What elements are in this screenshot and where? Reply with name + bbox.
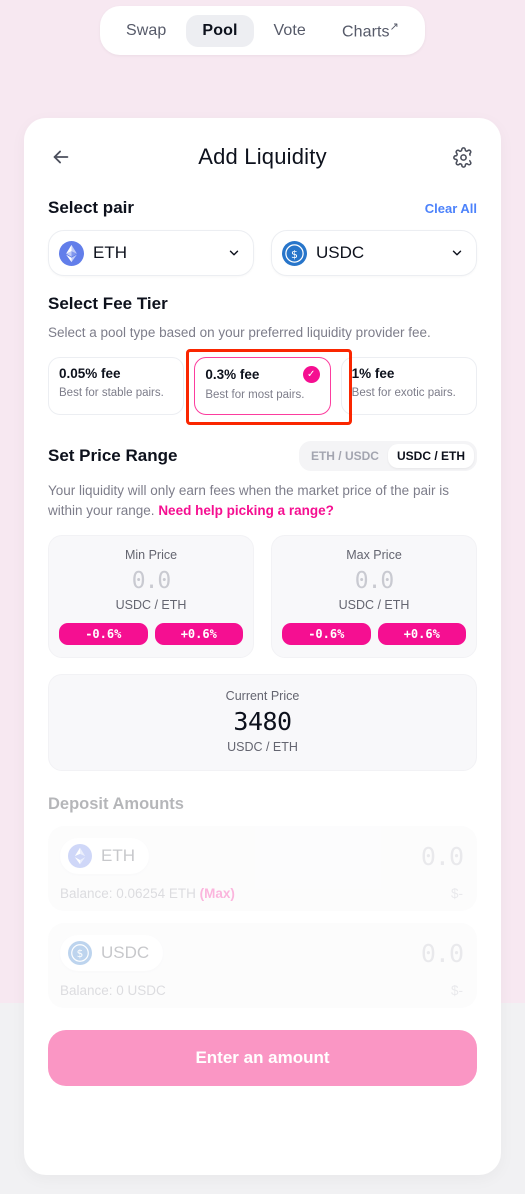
min-price-increment-button[interactable]: +0.6%	[154, 623, 243, 646]
price-range-title: Set Price Range	[48, 445, 178, 465]
max-price-input[interactable]: 0.0	[282, 568, 466, 594]
nav-item-charts[interactable]: Charts↗	[326, 13, 415, 48]
back-button[interactable]	[48, 144, 74, 170]
check-circle-icon: ✓	[302, 365, 320, 383]
fee-option-2-top: 1% fee	[352, 366, 466, 381]
fee-option-0-top: 0.05% fee	[59, 366, 173, 381]
deposit-usd-value-usdc: $-	[450, 983, 463, 999]
max-price-buttons: -0.6% +0.6%	[282, 623, 466, 646]
top-navigation-wrapper: Swap Pool Vote Charts↗	[0, 6, 525, 56]
select-pair-title: Select pair	[48, 198, 134, 217]
deposit-token-chip-usdc[interactable]: $ USDC	[60, 935, 164, 972]
fee-option-0[interactable]: 0.05% fee Best for stable pairs.	[48, 356, 185, 415]
fee-option-1[interactable]: 0.3% fee ✓ Best for most pairs.	[194, 356, 331, 415]
deposit-row-usdc: $ USDC 0.0 Balance: 0 USDC $-	[48, 923, 477, 1009]
svg-text:$: $	[291, 247, 298, 260]
deposit-balance-eth: Balance: 0.06254 ETH (Max)	[60, 886, 235, 901]
token-select-eth[interactable]: ETH	[48, 230, 254, 276]
external-link-icon: ↗	[389, 21, 399, 33]
deposit-amounts-title: Deposit Amounts	[48, 795, 184, 814]
price-range-header: Set Price Range ETH / USDC USDC / ETH	[38, 440, 487, 471]
current-price-card: Current Price 3480 USDC / ETH	[48, 674, 477, 772]
nav-item-pool[interactable]: Pool	[186, 14, 254, 47]
deposit-token-symbol-eth: ETH	[101, 846, 135, 866]
fee-option-1-top: 0.3% fee ✓	[205, 365, 320, 383]
toggle-option-usdc-eth[interactable]: USDC / ETH	[387, 443, 474, 468]
token-pair-row: ETH $ USDC	[38, 230, 487, 276]
deposit-row-usdc-top: $ USDC 0.0	[60, 935, 464, 972]
max-price-label: Max Price	[346, 548, 402, 563]
min-price-pair: USDC / ETH	[115, 598, 187, 613]
add-liquidity-card: Add Liquidity Select pair Clear All ETH …	[24, 118, 501, 1175]
usdc-icon: $	[68, 941, 92, 966]
min-price-decrement-button[interactable]: -0.6%	[59, 623, 148, 646]
max-link-eth[interactable]: (Max)	[200, 886, 235, 901]
nav-item-swap[interactable]: Swap	[110, 15, 182, 47]
gear-icon	[453, 146, 473, 168]
fee-option-1-name: 0.3% fee	[205, 366, 260, 382]
fee-option-2-name: 1% fee	[351, 365, 395, 381]
ethereum-icon	[68, 844, 92, 869]
deposit-row-eth-top: ETH 0.0	[60, 838, 464, 875]
svg-text:$: $	[77, 948, 84, 960]
chevron-down-icon	[452, 250, 462, 256]
nav-item-vote[interactable]: Vote	[258, 15, 322, 47]
fee-tier-options: 0.05% fee Best for stable pairs. 0.3% fe…	[38, 348, 487, 425]
nav-label-charts: Charts	[341, 23, 390, 41]
price-range-note: Your liquidity will only earn fees when …	[38, 481, 487, 522]
need-help-link[interactable]: Need help picking a range?	[158, 503, 334, 518]
price-pair-toggle: ETH / USDC USDC / ETH	[298, 440, 477, 471]
current-price-value: 3480	[233, 707, 292, 737]
deposit-row-eth: ETH 0.0 Balance: 0.06254 ETH (Max) $-	[48, 826, 477, 912]
deposit-amounts-section: Deposit Amounts ETH 0.0 Balance: 0.06254…	[38, 795, 487, 1009]
toggle-option-eth-usdc[interactable]: ETH / USDC	[302, 444, 388, 468]
max-price-decrement-button[interactable]: -0.6%	[282, 623, 371, 646]
chevron-down-icon	[229, 250, 239, 256]
deposit-token-symbol-usdc: USDC	[101, 943, 150, 963]
fee-option-0-name: 0.05% fee	[59, 365, 121, 381]
card-header: Add Liquidity	[38, 134, 487, 180]
clear-all-link[interactable]: Clear All	[425, 201, 477, 216]
min-price-input[interactable]: 0.0	[59, 568, 243, 594]
fee-option-0-desc: Best for stable pairs.	[59, 386, 164, 399]
nav-label-swap: Swap	[125, 21, 167, 39]
min-price-card: Min Price 0.0 USDC / ETH -0.6% +0.6%	[48, 535, 254, 659]
max-price-card: Max Price 0.0 USDC / ETH -0.6% +0.6%	[271, 535, 477, 659]
max-price-pair: USDC / ETH	[338, 598, 410, 613]
deposit-usd-value-eth: $-	[450, 886, 463, 902]
deposit-amount-input-eth[interactable]: 0.0	[421, 842, 464, 871]
fee-tier-header: Select Fee Tier	[38, 294, 487, 314]
current-price-label: Current Price	[225, 689, 300, 704]
deposit-row-usdc-bottom: Balance: 0 USDC $-	[60, 983, 463, 998]
fee-option-2-desc: Best for exotic pairs.	[351, 386, 456, 399]
min-price-buttons: -0.6% +0.6%	[59, 623, 243, 646]
token-select-usdc[interactable]: $ USDC	[271, 230, 477, 276]
submit-button[interactable]: Enter an amount	[48, 1030, 477, 1087]
ethereum-icon	[59, 240, 84, 266]
fee-tier-title: Select Fee Tier	[48, 294, 168, 313]
app-page: Swap Pool Vote Charts↗ Add Liquidity Sel…	[0, 0, 525, 1194]
max-price-increment-button[interactable]: +0.6%	[377, 623, 466, 646]
top-navigation: Swap Pool Vote Charts↗	[99, 6, 425, 56]
fee-option-2[interactable]: 1% fee Best for exotic pairs.	[340, 356, 477, 415]
nav-label-pool: Pool	[202, 21, 238, 39]
arrow-left-icon	[53, 150, 69, 164]
deposit-token-chip-eth[interactable]: ETH	[60, 838, 149, 875]
token-symbol-eth: ETH	[93, 243, 127, 262]
settings-button[interactable]	[451, 144, 477, 170]
token-symbol-usdc: USDC	[316, 243, 365, 262]
deposit-row-eth-bottom: Balance: 0.06254 ETH (Max) $-	[60, 886, 463, 901]
page-title: Add Liquidity	[198, 144, 327, 169]
select-pair-header: Select pair Clear All	[38, 198, 487, 218]
deposit-balance-usdc: Balance: 0 USDC	[60, 983, 166, 999]
deposit-balance-eth-text: Balance: 0.06254 ETH	[60, 886, 200, 902]
min-price-label: Min Price	[124, 548, 178, 563]
nav-label-vote: Vote	[273, 21, 306, 39]
fee-tier-subtitle: Select a pool type based on your preferr…	[48, 325, 431, 340]
current-price-pair: USDC / ETH	[227, 740, 298, 755]
min-max-price-row: Min Price 0.0 USDC / ETH -0.6% +0.6% Max…	[38, 535, 487, 659]
usdc-icon: $	[282, 240, 307, 266]
fee-option-1-desc: Best for most pairs.	[205, 388, 305, 401]
deposit-amount-input-usdc[interactable]: 0.0	[421, 939, 464, 968]
